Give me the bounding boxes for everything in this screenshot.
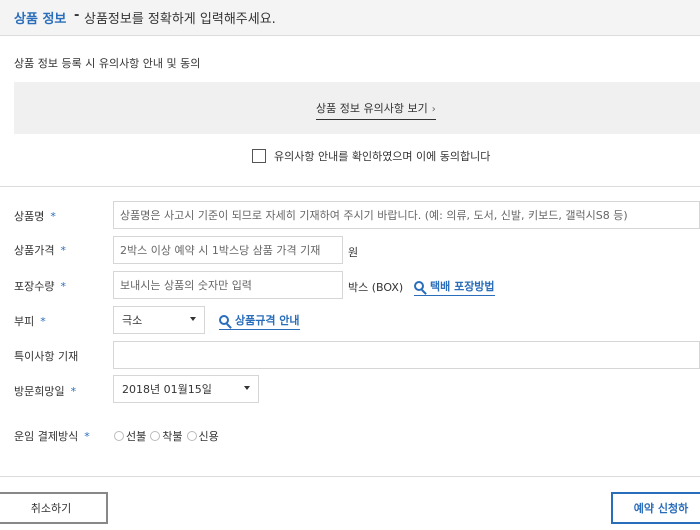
quantity-placeholder: 보내시는 상품의 숫자만 입력	[120, 279, 252, 292]
payment-option-credit[interactable]: 신용	[186, 428, 219, 444]
product-name-input[interactable]: 상품명은 사고시 기준이 되므로 자세히 기재하여 주시기 바랍니다. (예: …	[113, 201, 700, 229]
page-header: 상품 정보 - 상품정보를 정확하게 입력해주세요.	[0, 0, 700, 36]
page-title: 상품 정보	[14, 12, 67, 27]
visit-date-selected: 2018년 01월15일	[122, 383, 212, 396]
price-label: 상품가격 *	[14, 244, 66, 257]
price-input[interactable]: 2박스 이상 예약 시 1박스당 삼품 가격 기재	[113, 236, 343, 264]
search-icon	[219, 315, 229, 325]
size-guide-link[interactable]: 상품규격 안내	[219, 312, 300, 330]
size-guide-label: 상품규격 안내	[235, 314, 300, 327]
volume-label: 부피 *	[14, 315, 46, 328]
page-description: 상품정보를 정확하게 입력해주세요.	[84, 12, 276, 27]
product-name-label: 상품명 *	[14, 210, 56, 223]
agree-label: 유의사항 안내를 확인하였으며 이에 동의합니다	[274, 150, 491, 163]
visit-date-select[interactable]: 2018년 01월15일	[113, 375, 259, 403]
chevron-right-icon: ›	[431, 104, 436, 115]
volume-select[interactable]: 극소	[113, 306, 205, 334]
agree-checkbox[interactable]	[252, 149, 266, 163]
title-separator: -	[74, 8, 80, 23]
price-unit: 원	[348, 246, 359, 259]
notes-input[interactable]	[113, 341, 700, 369]
packaging-guide-label: 택배 포장방법	[430, 280, 495, 293]
notice-view-link-label: 상품 정보 유의사항 보기	[316, 102, 428, 115]
notice-title: 상품 정보 등록 시 유의사항 안내 및 동의	[14, 57, 201, 70]
quantity-label: 포장수량 *	[14, 280, 66, 293]
chevron-down-icon	[244, 386, 250, 390]
radio-icon[interactable]	[114, 431, 124, 441]
submit-button[interactable]: 예약 신청하	[611, 492, 700, 524]
visit-date-label: 방문희망일 *	[14, 385, 77, 398]
payment-option-prepaid[interactable]: 선불	[114, 428, 146, 444]
required-mark: *	[50, 210, 56, 223]
required-mark: *	[70, 385, 77, 398]
packaging-guide-link[interactable]: 택배 포장방법	[414, 278, 495, 296]
section-divider	[0, 186, 700, 187]
volume-selected: 극소	[122, 314, 143, 327]
notes-label: 특이사항 기재	[14, 350, 79, 363]
search-icon	[414, 281, 424, 291]
required-mark: *	[60, 280, 66, 293]
actions-divider	[0, 476, 700, 477]
chevron-down-icon	[190, 317, 196, 321]
quantity-unit: 박스 (BOX)	[348, 281, 404, 294]
required-mark: *	[84, 430, 90, 443]
quantity-input[interactable]: 보내시는 상품의 숫자만 입력	[113, 271, 343, 299]
payment-options: 선불 착불 신용	[114, 428, 223, 444]
payment-option-collect[interactable]: 착불	[150, 428, 183, 444]
price-placeholder: 2박스 이상 예약 시 1박스당 삼품 가격 기재	[120, 244, 321, 257]
cancel-button[interactable]: 취소하기	[0, 492, 108, 524]
agree-row[interactable]: 유의사항 안내를 확인하였으며 이에 동의합니다	[252, 148, 490, 164]
required-mark: *	[60, 244, 66, 257]
required-mark: *	[40, 315, 46, 328]
payment-label: 운임 결제방식 *	[14, 430, 90, 443]
radio-icon[interactable]	[186, 431, 197, 441]
notice-view-link[interactable]: 상품 정보 유의사항 보기 ›	[316, 100, 436, 120]
product-name-placeholder: 상품명은 사고시 기준이 되므로 자세히 기재하여 주시기 바랍니다. (예: …	[120, 209, 628, 222]
radio-icon[interactable]	[150, 431, 161, 441]
